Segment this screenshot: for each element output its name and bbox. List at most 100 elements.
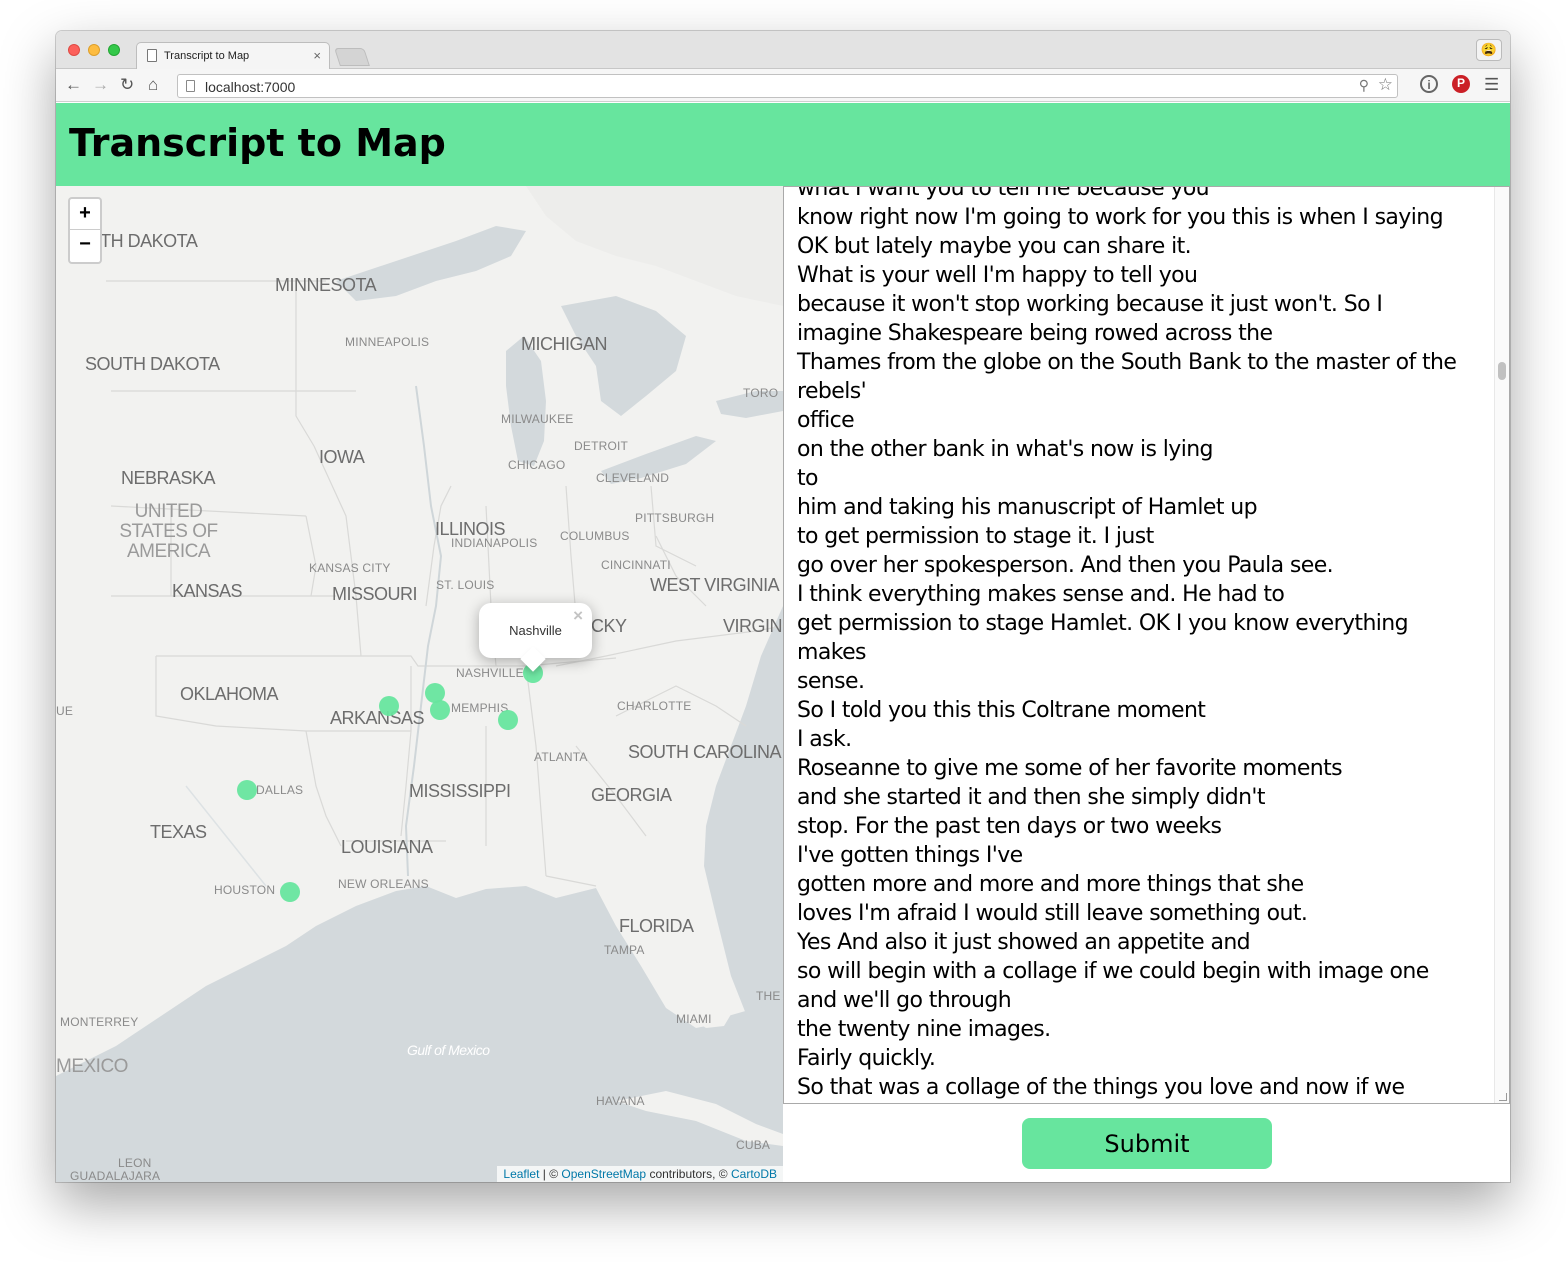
map-popup: Nashville × — [479, 603, 592, 672]
state-label: RTH DAKOTA — [88, 231, 198, 251]
leaflet-link[interactable]: Leaflet — [503, 1167, 539, 1181]
tab-strip: Transcript to Map × 😩 — [56, 31, 1510, 70]
info-icon[interactable]: i — [1420, 75, 1438, 93]
state-label: OKLAHOMA — [180, 684, 279, 704]
profile-icon[interactable]: 😩 — [1476, 39, 1502, 61]
back-arrow-icon[interactable]: ← — [65, 75, 82, 95]
url-text[interactable]: localhost:7000 — [205, 79, 295, 95]
city-label: CHICAGO — [508, 458, 566, 472]
state-label: MISSOURI — [332, 584, 418, 604]
country-label: MEXICO — [56, 1056, 128, 1077]
forward-arrow-icon[interactable]: → — [92, 75, 109, 95]
scrollbar-thumb[interactable] — [1498, 362, 1506, 380]
tab-transcript-to-map[interactable]: Transcript to Map × — [136, 42, 330, 70]
attribution-separator: | © — [539, 1167, 562, 1181]
reload-icon[interactable]: ↻ — [120, 75, 134, 95]
state-label: LOUISIANA — [341, 837, 433, 857]
app-header: Transcript to Map — [56, 103, 1510, 186]
city-label: MIAMI — [676, 1012, 712, 1026]
state-label: MICHIGAN — [521, 334, 608, 354]
city-label: DALLAS — [256, 783, 304, 797]
city-label: LEON — [118, 1156, 152, 1170]
map[interactable]: RTH DAKOTA MINNESOTA SOUTH DAKOTA MICHIG… — [56, 186, 783, 1182]
city-label: MONTERREY — [60, 1015, 139, 1029]
star-icon[interactable]: ☆ — [1378, 75, 1393, 95]
city-label: THE — [756, 989, 781, 1003]
city-label: HAVANA — [596, 1094, 645, 1108]
browser-window: Transcript to Map × 😩 ← → ↻ ⌂ localhost:… — [56, 31, 1510, 1182]
state-label: KANSAS — [172, 581, 243, 601]
water-label: Gulf of Mexico — [407, 1042, 490, 1058]
close-icon[interactable]: × — [573, 606, 583, 626]
city-label: TORO — [743, 386, 779, 400]
city-label: CINCINNATI — [601, 558, 671, 572]
city-label: MILWAUKEE — [501, 412, 574, 426]
city-label: GUADALAJARA — [70, 1169, 161, 1182]
map-marker[interactable] — [379, 696, 399, 716]
submit-button[interactable]: Submit — [1022, 1118, 1272, 1169]
page-title: Transcript to Map — [69, 121, 446, 165]
city-label: NASHVILLE — [456, 666, 524, 680]
resize-grip-icon[interactable] — [1499, 1093, 1507, 1101]
pinterest-icon[interactable]: P — [1452, 75, 1470, 93]
city-label: HOUSTON — [214, 883, 276, 897]
cartodb-link[interactable]: CartoDB — [731, 1167, 777, 1181]
browser-toolbar: ← → ↻ ⌂ localhost:7000 ⚲ ☆ i P ☰ — [56, 69, 1510, 102]
state-label: IOWA — [319, 447, 365, 467]
city-label: ATLANTA — [534, 750, 588, 764]
home-icon[interactable]: ⌂ — [148, 75, 158, 95]
city-label: TAMPA — [604, 943, 645, 957]
page-icon — [147, 49, 157, 62]
state-label: MISSISSIPPI — [409, 781, 511, 801]
state-label: WEST VIRGINIA — [650, 575, 780, 595]
city-label: KANSAS CITY — [309, 561, 391, 575]
map-marker[interactable] — [498, 710, 518, 730]
zoom-out-button[interactable]: − — [70, 230, 100, 261]
tab-title: Transcript to Map — [164, 50, 250, 62]
city-label: PITTSBURGH — [635, 511, 715, 525]
scrollbar[interactable] — [1494, 187, 1509, 1103]
state-label: SOUTH CAROLINA — [628, 742, 782, 762]
state-label: GEORGIA — [591, 785, 672, 805]
lake-huron-water — [561, 296, 686, 416]
state-label: SOUTH DAKOTA — [85, 354, 220, 374]
city-label: COLUMBUS — [560, 529, 630, 543]
new-tab-button[interactable] — [334, 48, 370, 66]
state-label: FLORIDA — [619, 916, 694, 936]
country-label: UNITED STATES OF AMERICA — [119, 501, 218, 562]
mississippi-river — [404, 385, 443, 877]
map-marker[interactable] — [280, 882, 300, 902]
map-marker[interactable] — [430, 700, 450, 720]
minimize-window-button[interactable] — [88, 44, 100, 56]
zoom-in-button[interactable]: + — [70, 199, 100, 230]
transcript-text[interactable]: what I want you to tell me because you k… — [797, 187, 1487, 1102]
city-label: INDIANAPOLIS — [451, 536, 538, 550]
state-label: MINNESOTA — [275, 275, 377, 295]
city-label: ST. LOUIS — [436, 578, 495, 592]
address-bar[interactable]: localhost:7000 ⚲ ☆ — [177, 74, 1398, 98]
tab-close-icon[interactable]: × — [313, 48, 321, 63]
page: Transcript to Map RTH DAKOTA MINNESOTA S… — [56, 103, 1510, 1182]
transcript-textarea[interactable]: what I want you to tell me because you k… — [783, 186, 1510, 1104]
menu-icon[interactable]: ☰ — [1484, 75, 1499, 95]
city-label: CHARLOTTE — [617, 699, 692, 713]
state-label: UE — [56, 704, 74, 718]
openstreetmap-link[interactable]: OpenStreetMap — [561, 1167, 646, 1181]
state-label: NEBRASKA — [121, 468, 216, 488]
page-icon — [186, 80, 195, 92]
city-label: DETROIT — [574, 439, 629, 453]
close-window-button[interactable] — [68, 44, 80, 56]
city-label: CLEVELAND — [596, 471, 670, 485]
city-label: NEW ORLEANS — [338, 877, 429, 891]
map-attribution: Leaflet | © OpenStreetMap contributors, … — [497, 1166, 783, 1182]
zoom-icon[interactable]: ⚲ — [1359, 77, 1369, 94]
canada-land — [526, 186, 783, 306]
attribution-text: contributors, © — [646, 1167, 731, 1181]
map-marker[interactable] — [237, 780, 257, 800]
city-label: MINNEAPOLIS — [345, 335, 430, 349]
lake-michigan-water — [506, 336, 546, 466]
city-label: CUBA — [736, 1138, 771, 1152]
state-label: ARKANSAS — [330, 708, 425, 728]
state-label: CKY — [591, 616, 627, 636]
maximize-window-button[interactable] — [108, 44, 120, 56]
